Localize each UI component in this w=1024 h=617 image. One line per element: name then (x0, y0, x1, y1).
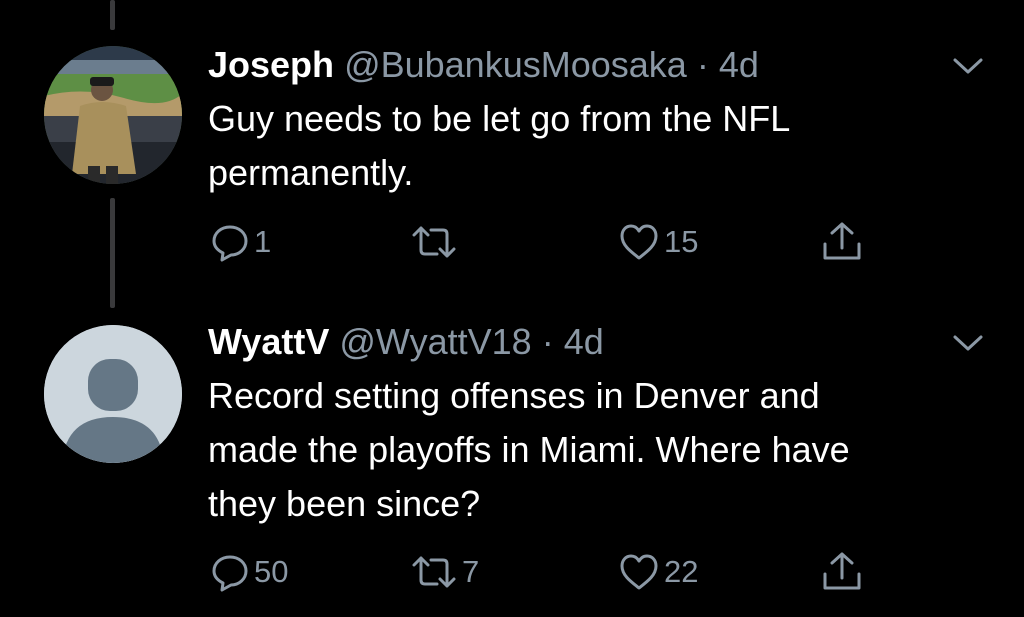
timestamp[interactable]: 4d (719, 44, 759, 85)
retweet-icon (412, 556, 456, 588)
user-handle[interactable]: @BubankusMoosaka (344, 44, 687, 85)
timestamp[interactable]: 4d (564, 321, 604, 362)
separator-dot: · (541, 321, 554, 362)
reply-icon (212, 555, 248, 592)
chevron-down-icon[interactable] (950, 54, 986, 78)
tweet-text-line: Guy needs to be let go from the NFL (208, 98, 791, 139)
share-icon (823, 552, 861, 590)
tweet-text: Record setting offenses in Denver and ma… (208, 369, 998, 531)
share-button[interactable] (820, 220, 864, 264)
user-handle[interactable]: @WyattV18 (339, 321, 531, 362)
share-button[interactable] (820, 550, 864, 594)
tweet-text: Guy needs to be let go from the NFL perm… (208, 92, 998, 200)
reply-count: 50 (254, 554, 289, 589)
reply-button[interactable]: 1 (210, 222, 271, 262)
retweet-button[interactable]: 7 (410, 552, 479, 592)
tweet-header: Joseph @BubankusMoosaka · 4d (208, 45, 759, 85)
photo-avatar-image (44, 46, 182, 184)
display-name[interactable]: Joseph (208, 44, 334, 85)
chevron-down-icon[interactable] (950, 331, 986, 355)
avatar[interactable] (44, 325, 182, 463)
tweet-text-line: permanently. (208, 152, 414, 193)
heart-icon (620, 224, 658, 260)
retweet-button[interactable] (410, 222, 462, 262)
heart-icon (620, 554, 658, 590)
default-avatar-icon (44, 325, 182, 463)
reply-button[interactable]: 50 (210, 552, 288, 592)
like-button[interactable]: 22 (618, 552, 698, 592)
like-count: 22 (664, 554, 699, 589)
avatar[interactable] (44, 46, 182, 184)
display-name[interactable]: WyattV (208, 321, 329, 362)
retweet-count: 7 (462, 554, 480, 589)
tweet-header: WyattV @WyattV18 · 4d (208, 322, 604, 362)
reply-count: 1 (254, 224, 272, 259)
thread-line-connector (110, 198, 115, 308)
thread-line-top (110, 0, 115, 30)
reply-icon (212, 225, 248, 262)
separator-dot: · (696, 44, 709, 85)
tweet-text-line: Record setting offenses in Denver and (208, 375, 820, 416)
tweet-text-line: made the playoffs in Miami. Where have (208, 429, 850, 470)
retweet-icon (412, 226, 456, 258)
like-button[interactable]: 15 (618, 222, 698, 262)
like-count: 15 (664, 224, 699, 259)
share-icon (823, 222, 861, 260)
tweet-text-line: they been since? (208, 483, 481, 524)
